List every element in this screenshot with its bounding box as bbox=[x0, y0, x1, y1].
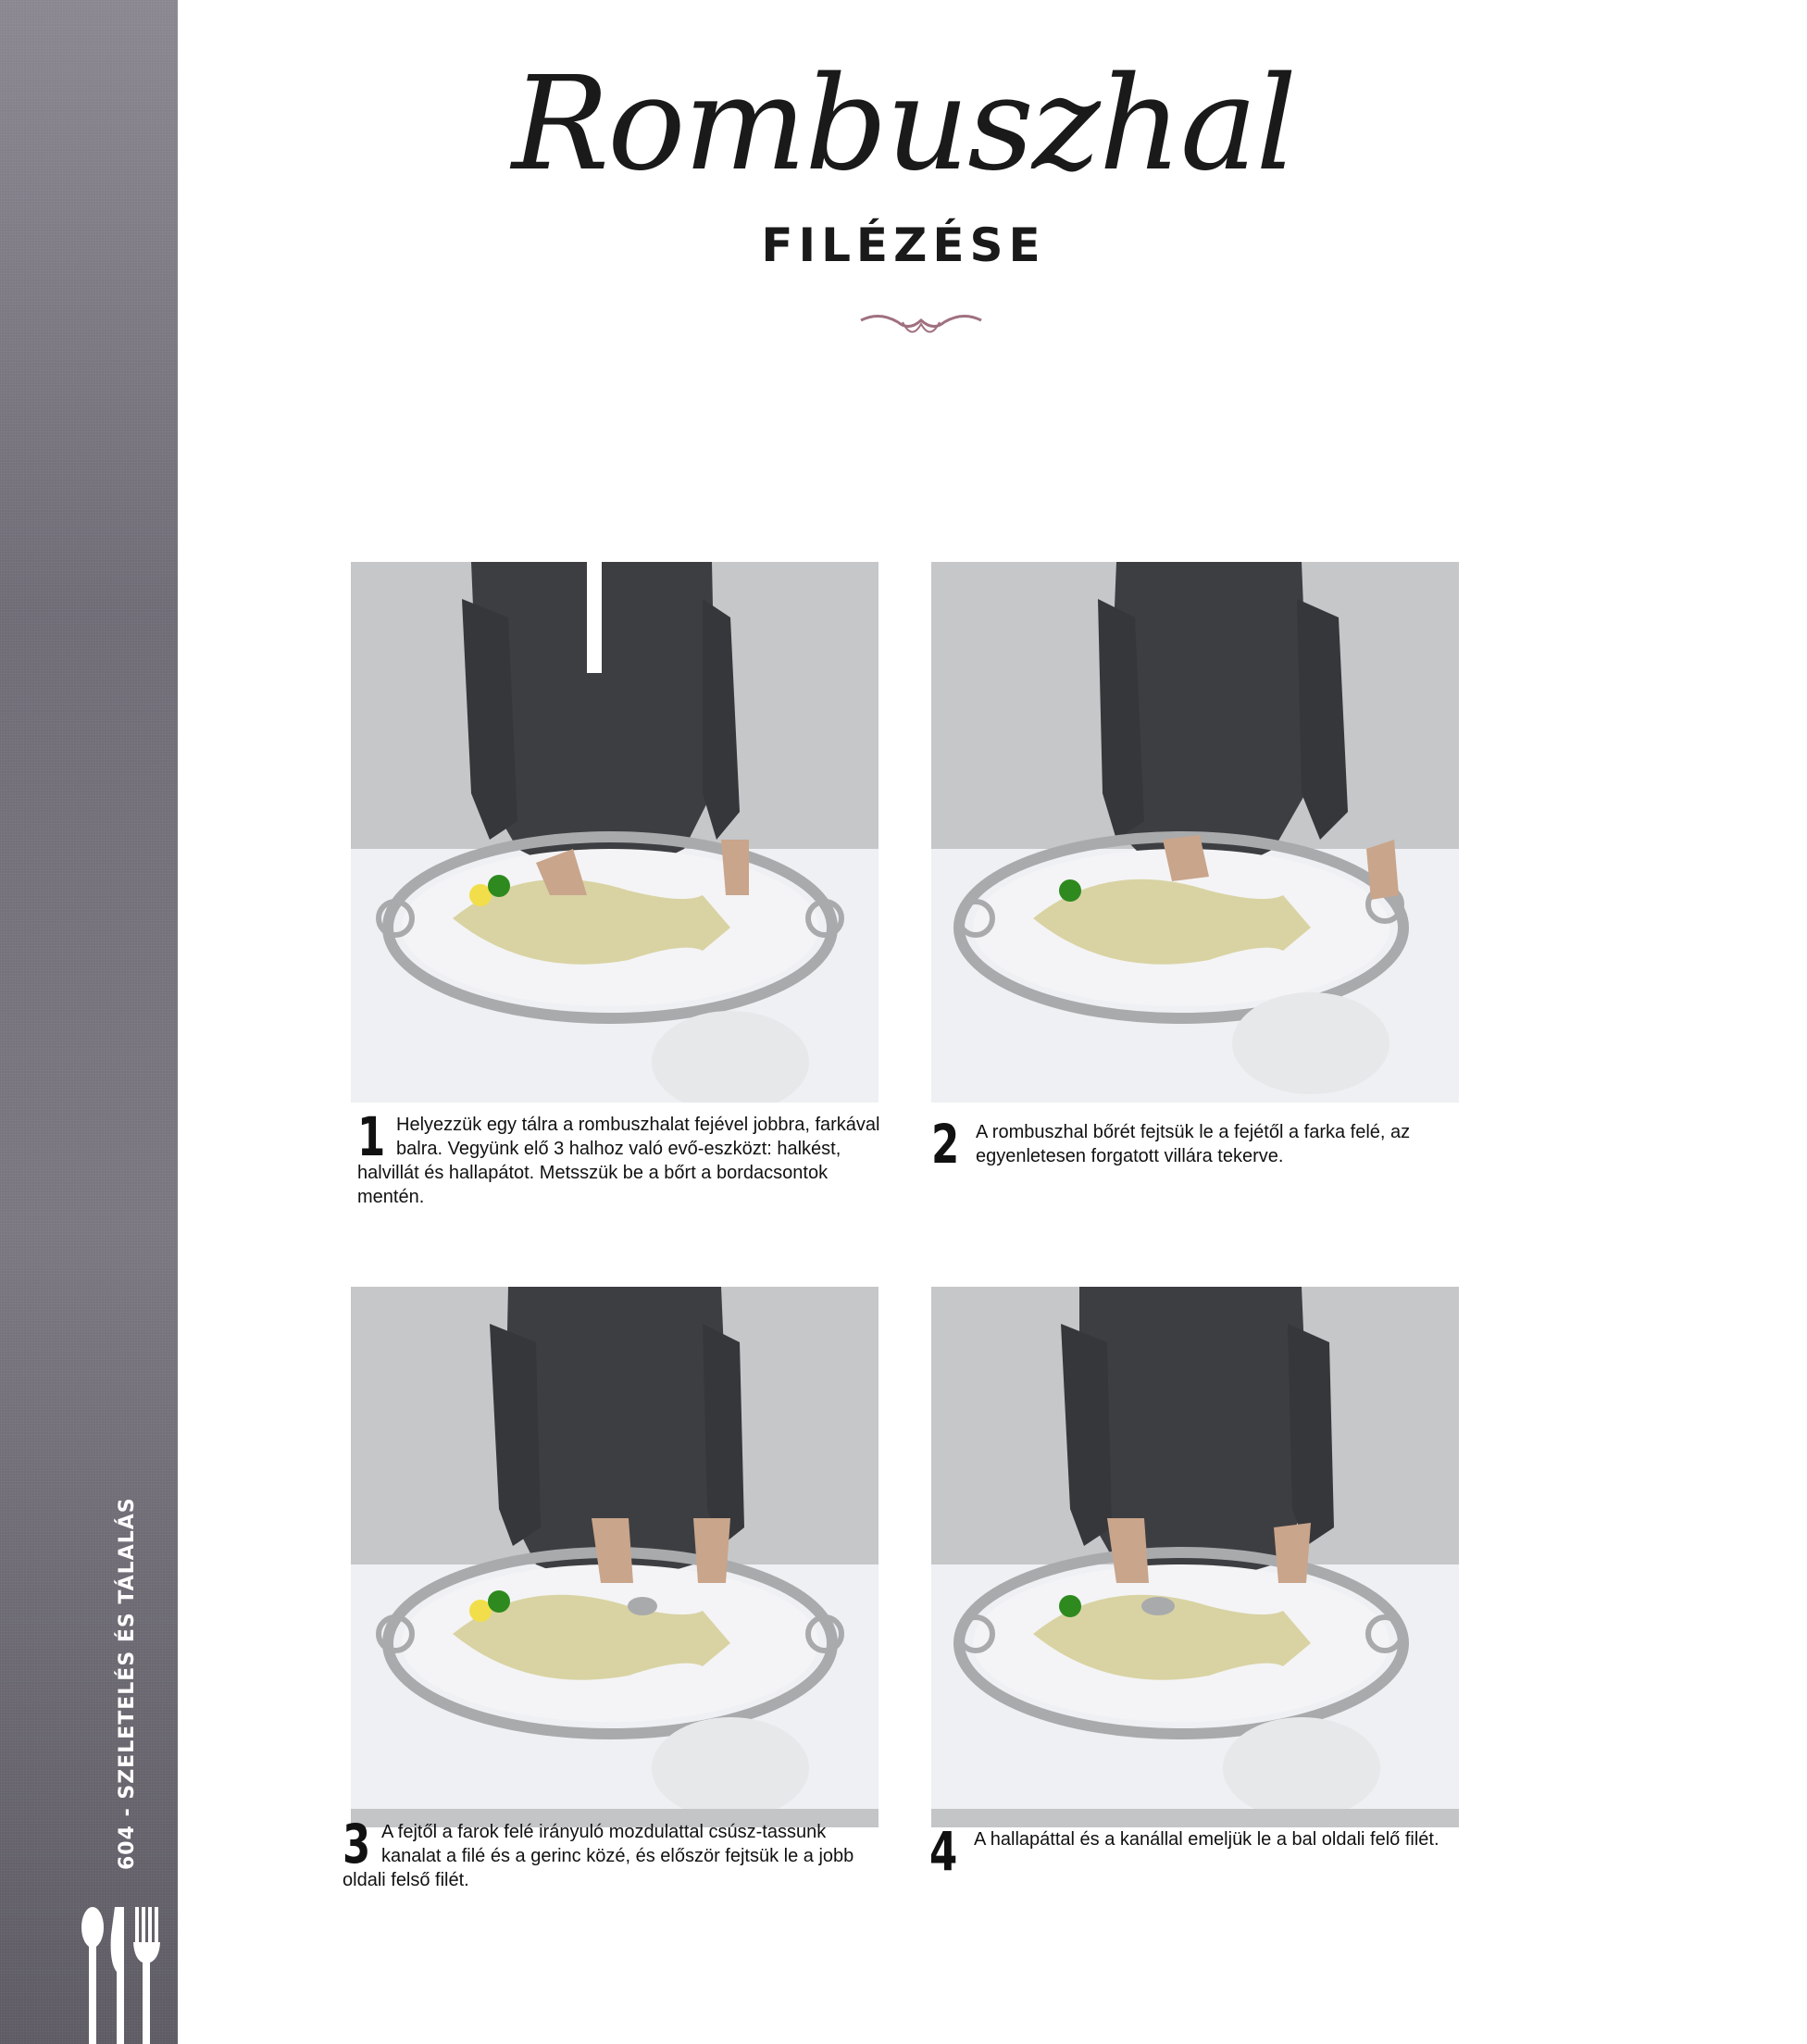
step-text: A hallapáttal és a kanállal emeljük le a… bbox=[974, 1829, 1439, 1850]
step-text: A rombuszhal bőrét fejtsük le a fejétől … bbox=[976, 1122, 1411, 1166]
page-title: Rombuszhal bbox=[511, 49, 1297, 200]
step-4-photo bbox=[931, 1287, 1459, 1827]
section-label: 604 - SZELETELÉS ÉS TÁLALÁS bbox=[116, 1497, 139, 1870]
step-3-caption: 3 A fejtől a farok felé irányuló mozdula… bbox=[343, 1813, 879, 1892]
step-text: Helyezzük egy tálra a rombuszhalat fejév… bbox=[357, 1115, 880, 1207]
step-3-photo bbox=[351, 1287, 879, 1827]
ornament-icon bbox=[860, 315, 982, 333]
step-2-caption: 2 A rombuszhal bőrét fejtsük le a fejétő… bbox=[931, 1113, 1468, 1176]
step-1-caption: 1 Helyezzük egy tálra a rombuszhalat fej… bbox=[357, 1105, 894, 1209]
step-2-photo bbox=[931, 562, 1459, 1103]
step-1-photo bbox=[351, 562, 879, 1103]
step-number: 2 bbox=[931, 1113, 960, 1176]
cutlery-icon bbox=[81, 1907, 160, 2044]
page-subtitle: FILÉZÉSE bbox=[761, 218, 1046, 272]
step-number: 1 bbox=[357, 1105, 386, 1168]
step-number: 3 bbox=[343, 1813, 371, 1876]
step-4-caption: 4 A hallapáttal és a kanállal emeljük le… bbox=[929, 1820, 1466, 1883]
step-number: 4 bbox=[929, 1820, 958, 1883]
side-band bbox=[0, 0, 178, 2044]
step-text: A fejtől a farok felé irányuló mozdulatt… bbox=[343, 1822, 854, 1890]
